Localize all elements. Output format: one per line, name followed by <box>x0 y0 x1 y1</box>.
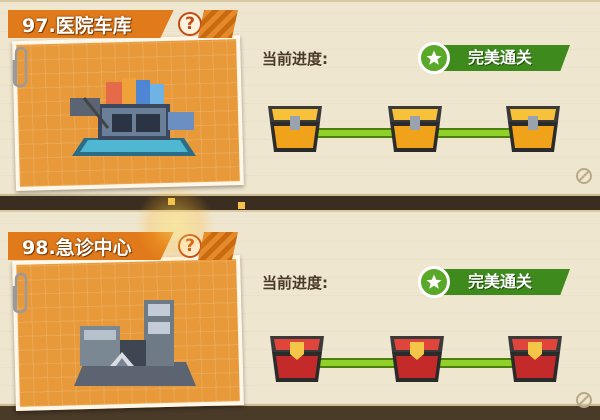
no-entry-icon <box>576 392 592 408</box>
gold-chest-icon[interactable] <box>502 100 564 156</box>
perfect-clear-text: 完美通关 <box>432 45 570 71</box>
level-card-98[interactable]: 98.急诊中心 ? 当前进度: 完美通关 <box>0 210 600 411</box>
level-title-text: 98.急诊中心 <box>22 236 132 259</box>
star-icon <box>418 266 450 298</box>
emergency-center-building-icon <box>74 300 196 386</box>
paperclip-icon <box>12 46 28 88</box>
card-divider <box>0 196 600 210</box>
level-card-97[interactable]: 97.医院车库 ? 当前进度: 完美通关 <box>0 0 600 196</box>
gold-chest-icon[interactable] <box>264 100 326 156</box>
red-chest-icon[interactable] <box>266 330 328 386</box>
level-title: 97.医院车库 <box>8 10 174 38</box>
sparkle-icon <box>168 198 175 205</box>
title-stripe-decoration <box>198 10 238 38</box>
progress-label: 当前进度: <box>262 274 328 292</box>
star-icon <box>418 42 450 74</box>
perfect-clear-text: 完美通关 <box>432 269 570 295</box>
perfect-clear-badge: 完美通关 <box>418 42 570 74</box>
highlight-glow <box>135 185 215 265</box>
progress-label: 当前进度: <box>262 50 328 68</box>
no-entry-icon <box>576 168 592 184</box>
sparkle-icon <box>238 202 245 209</box>
help-question-icon[interactable]: ? <box>178 12 202 36</box>
perfect-clear-badge: 完美通关 <box>418 266 570 298</box>
level-title-text: 97.医院车库 <box>22 14 132 37</box>
gold-chest-icon[interactable] <box>384 100 446 156</box>
garage-building-icon <box>70 78 196 156</box>
red-chest-icon[interactable] <box>386 330 448 386</box>
paperclip-icon <box>12 272 28 314</box>
red-chest-icon[interactable] <box>504 330 566 386</box>
